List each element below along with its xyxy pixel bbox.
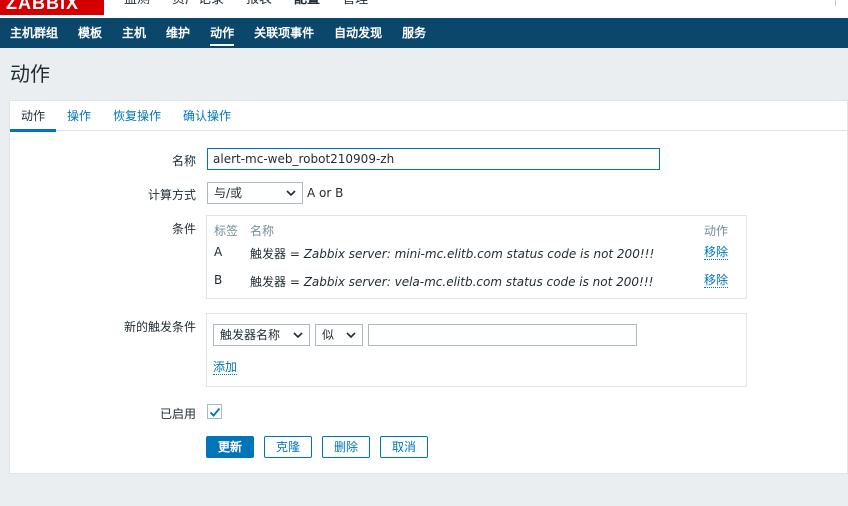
page-header: 动作 bbox=[0, 48, 848, 92]
top-menu-configuration[interactable]: 配置 bbox=[294, 0, 320, 9]
update-button[interactable]: 更新 bbox=[206, 436, 254, 458]
conditions-table: 标签 名称 动作 A 触发器 = Zabbix server: mini-mc.… bbox=[206, 215, 747, 299]
condition-a-remove-link[interactable]: 移除 bbox=[704, 245, 729, 260]
cancel-button[interactable]: 取消 bbox=[380, 436, 428, 458]
calc-formula: A or B bbox=[307, 186, 344, 200]
form-tabs: 动作 操作 恢复操作 确认操作 bbox=[10, 101, 848, 132]
checkmark-icon bbox=[209, 407, 221, 417]
subnav-hosts[interactable]: 主机 bbox=[112, 18, 156, 48]
condition-b-value: Zabbix server: vela-mc.elitb.com status … bbox=[303, 275, 654, 289]
calc-select-value: 与/或 bbox=[214, 186, 243, 200]
enabled-checkbox[interactable] bbox=[207, 404, 222, 419]
name-label: 名称 bbox=[171, 154, 196, 168]
subnav-templates[interactable]: 模板 bbox=[68, 18, 112, 48]
action-form-card: 动作 操作 恢复操作 确认操作 名称 alert-mc-web_robot210… bbox=[9, 100, 848, 474]
condition-b-text: 触发器 = Zabbix server: vela-mc.elitb.com s… bbox=[250, 273, 653, 290]
condition-a-prefix: 触发器 = bbox=[250, 247, 304, 261]
tab-operations[interactable]: 操作 bbox=[56, 101, 102, 131]
tab-action[interactable]: 动作 bbox=[10, 101, 57, 132]
top-menu-inventory[interactable]: 资产记录 bbox=[172, 0, 224, 9]
clone-button[interactable]: 克隆 bbox=[264, 436, 312, 458]
top-divider bbox=[835, 0, 836, 6]
condition-a-text: 触发器 = Zabbix server: mini-mc.elitb.com s… bbox=[250, 245, 654, 262]
subnav-services[interactable]: 服务 bbox=[392, 18, 436, 48]
condition-operator-select[interactable]: 似 bbox=[315, 324, 363, 346]
new-condition-box: 触发器名称 似 添加 bbox=[206, 313, 747, 387]
subnav-maintenance[interactable]: 维护 bbox=[156, 18, 200, 48]
chevron-down-icon bbox=[346, 332, 356, 339]
condition-type-value: 触发器名称 bbox=[220, 328, 281, 342]
top-bar: ZABBIX 监测 资产记录 报表 配置 管理 bbox=[0, 0, 848, 18]
top-menu-monitoring[interactable]: 监测 bbox=[124, 0, 150, 9]
enabled-label: 已启用 bbox=[159, 407, 196, 421]
condition-b-prefix: 触发器 = bbox=[250, 275, 304, 289]
top-menu: 监测 资产记录 报表 配置 管理 bbox=[124, 0, 368, 9]
chevron-down-icon bbox=[293, 332, 303, 339]
calc-select[interactable]: 与/或 bbox=[207, 182, 303, 204]
add-condition-link[interactable]: 添加 bbox=[213, 360, 238, 375]
condition-operator-value: 似 bbox=[322, 328, 335, 342]
col-action-header: 动作 bbox=[704, 224, 729, 238]
subnav-actions[interactable]: 动作 bbox=[200, 18, 244, 48]
col-label-header: 标签 bbox=[214, 224, 239, 238]
page-title: 动作 bbox=[10, 62, 50, 86]
condition-b-remove-link[interactable]: 移除 bbox=[704, 273, 729, 288]
name-input[interactable]: alert-mc-web_robot210909-zh bbox=[207, 148, 660, 170]
condition-a-label: A bbox=[214, 245, 223, 259]
new-condition-label: 新的触发条件 bbox=[123, 320, 196, 334]
top-menu-reports[interactable]: 报表 bbox=[246, 0, 272, 9]
col-name-header: 名称 bbox=[250, 224, 275, 238]
conditions-label: 条件 bbox=[171, 222, 196, 236]
subnav-host-groups[interactable]: 主机群组 bbox=[0, 18, 68, 48]
subnav-discovery[interactable]: 自动发现 bbox=[324, 18, 392, 48]
condition-b-label: B bbox=[214, 273, 223, 287]
sub-nav: 主机群组 模板 主机 维护 动作 关联项事件 自动发现 服务 bbox=[0, 18, 848, 48]
subnav-event-correlation[interactable]: 关联项事件 bbox=[244, 18, 324, 48]
tab-recovery-operations[interactable]: 恢复操作 bbox=[102, 101, 172, 131]
condition-type-select[interactable]: 触发器名称 bbox=[213, 324, 310, 346]
calc-label: 计算方式 bbox=[147, 188, 196, 202]
chevron-down-icon bbox=[286, 190, 296, 197]
delete-button[interactable]: 删除 bbox=[322, 436, 370, 458]
condition-a-value: Zabbix server: mini-mc.elitb.com status … bbox=[303, 247, 655, 261]
top-menu-administration[interactable]: 管理 bbox=[342, 0, 368, 9]
condition-value-input[interactable] bbox=[368, 324, 637, 346]
zabbix-logo[interactable]: ZABBIX bbox=[0, 0, 104, 15]
tab-acknowledge-operations[interactable]: 确认操作 bbox=[172, 101, 242, 131]
